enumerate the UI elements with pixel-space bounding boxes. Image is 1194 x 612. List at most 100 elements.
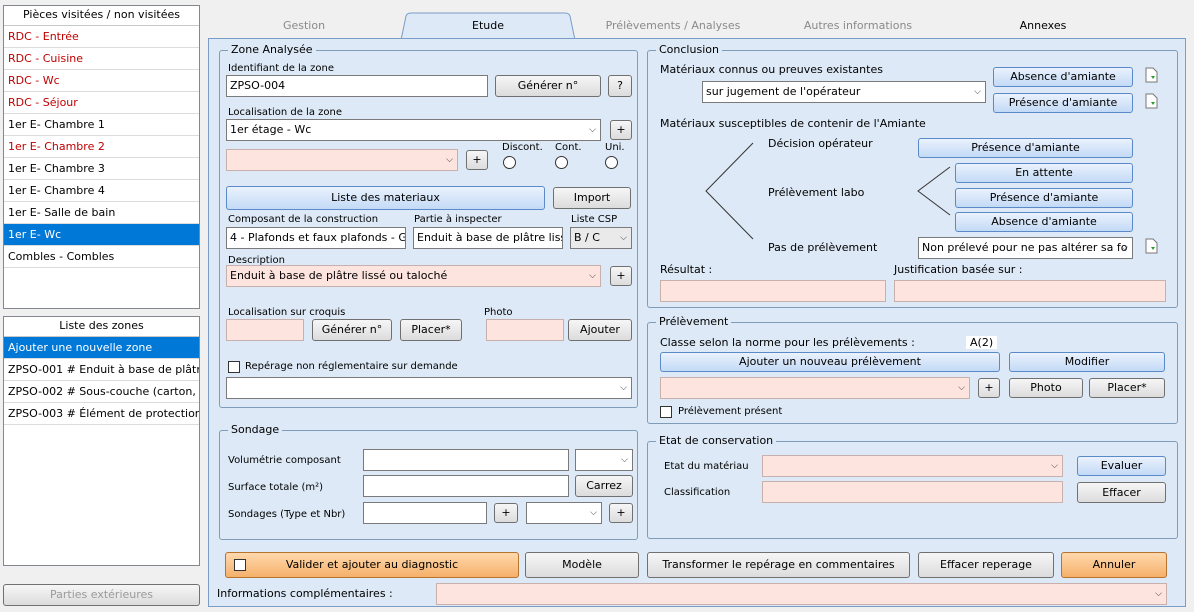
- zone-item[interactable]: ZPSO-002 # Sous-couche (carton, f...: [4, 381, 199, 403]
- discont-radio[interactable]: [503, 156, 516, 169]
- zone-item[interactable]: ZPSO-003 # Élément de protection...: [4, 403, 199, 425]
- prelevement-photo-button[interactable]: Photo: [1009, 378, 1083, 398]
- placer-croquis-button[interactable]: Placer*: [400, 319, 462, 341]
- room-item[interactable]: 1er E- Chambre 1: [4, 114, 199, 136]
- non-preleve-select[interactable]: Non prélevé pour ne pas altérer sa fo ⌵: [918, 237, 1133, 259]
- add-sondage-button[interactable]: +: [494, 503, 518, 523]
- surface-field[interactable]: [363, 475, 569, 497]
- add-prelevement-plus-button[interactable]: +: [978, 378, 1000, 398]
- volumetrie-unit-select[interactable]: ⌵: [575, 449, 633, 471]
- known-materials-label: Matériaux connus ou preuves existantes: [660, 63, 883, 76]
- zone-item[interactable]: Ajouter une nouvelle zone: [4, 337, 199, 359]
- add-sondage-type-button[interactable]: +: [609, 503, 633, 523]
- valider-button[interactable]: Valider et ajouter au diagnostic: [225, 552, 519, 578]
- known-materials-select[interactable]: sur jugement de l'opérateur ⌵: [702, 81, 986, 103]
- sondage-title: Sondage: [228, 423, 283, 436]
- classe-label: Classe selon la norme pour les prélèveme…: [660, 336, 915, 349]
- help-button[interactable]: ?: [608, 75, 632, 97]
- room-item[interactable]: 1er E- Wc: [4, 224, 199, 246]
- room-item[interactable]: 1er E- Chambre 3: [4, 158, 199, 180]
- resultat-field[interactable]: [660, 280, 886, 302]
- absence-amiante-button-2[interactable]: Absence d'amiante: [955, 212, 1133, 232]
- zone-analysee-group: Zone Analysée Identifiant de la zone ZPS…: [219, 43, 638, 408]
- sondages-label: Sondages (Type et Nbr): [228, 509, 346, 520]
- transformer-button[interactable]: Transformer le repérage en commentaires: [647, 552, 910, 578]
- materials-list-button[interactable]: Liste des materiaux: [226, 186, 545, 210]
- chevron-down-icon: ⌵: [958, 383, 965, 393]
- composant-field[interactable]: 4 - Plafonds et faux plafonds - Gai: [226, 227, 406, 249]
- generate-croquis-button[interactable]: Générer n°: [312, 319, 392, 341]
- add-loc-button[interactable]: +: [610, 120, 632, 140]
- csp-select[interactable]: B / C ⌵: [570, 227, 632, 249]
- prelevement-select[interactable]: ⌵: [660, 377, 970, 399]
- photo-field[interactable]: [486, 319, 564, 341]
- zone-id-field[interactable]: ZPSO-004: [226, 75, 488, 97]
- zone-loc-select[interactable]: 1er étage - Wc ⌵: [226, 119, 601, 141]
- zone-id-label: Identifiant de la zone: [228, 63, 334, 74]
- partie-field[interactable]: Enduit à base de plâtre lissé: [413, 227, 563, 249]
- tab-etude[interactable]: Etude: [405, 14, 571, 38]
- valider-checkbox[interactable]: [234, 559, 246, 571]
- prelevement-present-checkbox[interactable]: [660, 406, 672, 418]
- presence-amiante-button-2[interactable]: Présence d'amiante: [918, 138, 1133, 158]
- info-complementaires-select[interactable]: ⌵: [436, 583, 1167, 605]
- carrez-button[interactable]: Carrez: [575, 475, 633, 497]
- rooms-panel: Pièces visitées / non visitées RDC - Ent…: [3, 5, 200, 309]
- croquis-field[interactable]: [226, 319, 304, 341]
- exterior-parts-button[interactable]: Parties extérieures: [3, 584, 200, 606]
- zones-title: Liste des zones: [4, 317, 199, 337]
- add-sub-button[interactable]: +: [466, 150, 488, 170]
- room-item[interactable]: RDC - Wc: [4, 70, 199, 92]
- annuler-button[interactable]: Annuler: [1061, 552, 1167, 578]
- tab-annexes[interactable]: Annexes: [1000, 14, 1086, 38]
- volumetrie-field[interactable]: [363, 449, 569, 471]
- en-attente-button[interactable]: En attente: [955, 163, 1133, 183]
- presence-amiante-button-3[interactable]: Présence d'amiante: [955, 188, 1133, 208]
- tab-gestion[interactable]: Gestion: [254, 14, 354, 38]
- chevron-down-icon: ⌵: [589, 271, 596, 281]
- sondage-type-select[interactable]: ⌵: [526, 502, 602, 524]
- generate-id-button[interactable]: Générer n°: [495, 75, 601, 97]
- effacer-reperage-button[interactable]: Effacer reperage: [918, 552, 1054, 578]
- croquis-label: Localisation sur croquis: [228, 307, 346, 318]
- uni-radio[interactable]: [605, 156, 618, 169]
- description-select[interactable]: Enduit à base de plâtre lissé ou taloché…: [226, 265, 601, 287]
- room-item[interactable]: RDC - Entrée: [4, 26, 199, 48]
- room-item[interactable]: 1er E- Chambre 2: [4, 136, 199, 158]
- classification-field[interactable]: [762, 481, 1063, 503]
- modify-prelevement-button[interactable]: Modifier: [1009, 352, 1165, 372]
- volumetrie-label: Volumétrie composant: [228, 455, 341, 466]
- effacer-etat-button[interactable]: Effacer: [1077, 482, 1166, 503]
- zone-loc-label: Localisation de la zone: [228, 107, 342, 118]
- zone-sub-select[interactable]: ⌵: [226, 149, 458, 171]
- zone-loc-value: 1er étage - Wc: [230, 123, 312, 136]
- modele-button[interactable]: Modèle: [525, 552, 639, 578]
- add-description-button[interactable]: +: [610, 266, 632, 286]
- add-photo-button[interactable]: Ajouter: [568, 319, 632, 341]
- tab-autres-informations[interactable]: Autres informations: [790, 14, 926, 38]
- sondages-field[interactable]: [363, 502, 487, 524]
- presence-amiante-button-1[interactable]: Présence d'amiante: [993, 93, 1133, 113]
- cont-label: Cont.: [555, 142, 582, 153]
- prelevement-placer-button[interactable]: Placer*: [1089, 378, 1165, 398]
- chevron-down-icon: ⌵: [974, 87, 981, 97]
- room-item[interactable]: Combles - Combles: [4, 246, 199, 268]
- import-button[interactable]: Import: [553, 187, 631, 209]
- room-item[interactable]: 1er E- Chambre 4: [4, 180, 199, 202]
- room-item[interactable]: RDC - Cuisine: [4, 48, 199, 70]
- reperage-label: Repérage non réglementaire sur demande: [245, 361, 458, 372]
- cont-radio[interactable]: [555, 156, 568, 169]
- add-prelevement-button[interactable]: Ajouter un nouveau prélèvement: [660, 352, 1000, 372]
- zone-item[interactable]: ZPSO-001 # Enduit à base de plâtr...: [4, 359, 199, 381]
- absence-amiante-button-1[interactable]: Absence d'amiante: [993, 67, 1133, 87]
- csp-label: Liste CSP: [571, 214, 618, 225]
- room-item[interactable]: 1er E- Salle de bain: [4, 202, 199, 224]
- reperage-checkbox[interactable]: [228, 361, 240, 373]
- etat-materiau-select[interactable]: ⌵: [762, 455, 1063, 477]
- reperage-select[interactable]: ⌵: [226, 377, 632, 399]
- prelevement-present-label: Prélèvement présent: [678, 406, 783, 417]
- tab-prelevements[interactable]: Prélèvements / Analyses: [600, 14, 746, 38]
- evaluer-button[interactable]: Evaluer: [1077, 456, 1166, 476]
- room-item[interactable]: RDC - Séjour: [4, 92, 199, 114]
- justification-field[interactable]: [894, 280, 1166, 302]
